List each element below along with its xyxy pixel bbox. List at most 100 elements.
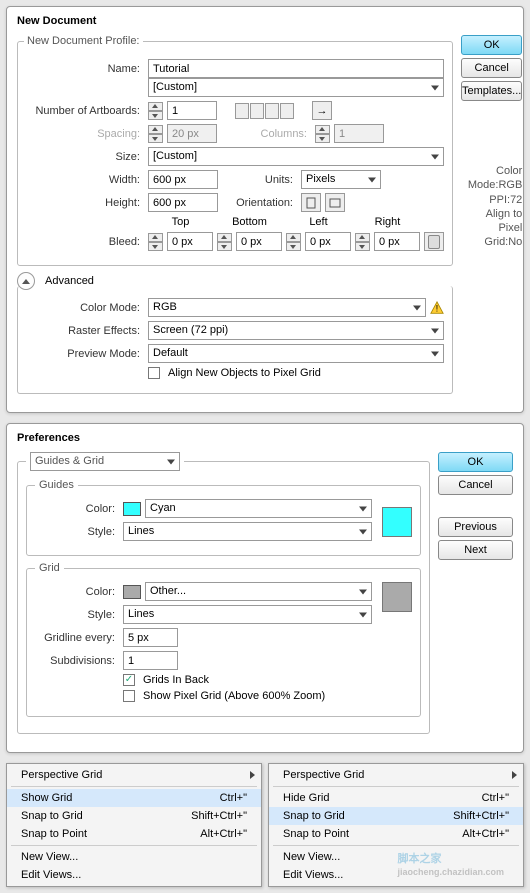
link-icon [428, 235, 440, 249]
new-document-fieldset: Name: New Document Profile: [Custom] Num… [17, 35, 453, 266]
prefs-fieldset: Guides & Grid Guides Color: Cyan Style [17, 452, 430, 734]
preferences-dialog: Preferences Guides & Grid Guides Color: … [6, 423, 524, 753]
grid-style-label: Style: [35, 609, 119, 621]
artboards-input[interactable] [167, 101, 217, 120]
height-input[interactable] [148, 193, 218, 212]
colormode-label: Color Mode: [26, 302, 144, 314]
artboard-arrow-button[interactable]: → [312, 101, 332, 120]
bleed-label: Bleed: [26, 236, 144, 248]
guides-style-label: Style: [35, 526, 119, 538]
menu-new-view[interactable]: New View... [7, 848, 261, 866]
chevron-right-icon [250, 771, 255, 779]
guides-color-swatch-small [123, 502, 141, 516]
menu-perspective-grid[interactable]: Perspective Grid [7, 766, 261, 784]
new-document-dialog: New Document Name: New Document Profile:… [6, 6, 524, 413]
columns-input [334, 124, 384, 143]
spacing-label: Spacing: [26, 128, 144, 140]
colormode-select[interactable]: RGB [148, 298, 426, 317]
preview-select[interactable]: Default [148, 344, 444, 363]
grid-fieldset: Grid Color: Other... Style: Lines [26, 562, 421, 717]
prefs-section-select[interactable]: Guides & Grid [30, 452, 180, 471]
orient-label: Orientation: [222, 197, 297, 209]
svg-text:!: ! [436, 303, 439, 314]
bleed-right-label: Right [355, 216, 420, 228]
watermark: 脚本之家 jiaocheng.chazidian.com [397, 846, 504, 877]
width-label: Width: [26, 174, 144, 186]
bleed-left-label: Left [286, 216, 351, 228]
grids-back-label: Grids In Back [143, 674, 209, 686]
profile-select[interactable]: [Custom] [148, 78, 444, 97]
align-pixel-grid-checkbox[interactable] [148, 367, 160, 379]
chevron-right-icon [512, 771, 517, 779]
prefs-cancel-button[interactable]: Cancel [438, 475, 513, 495]
orient-landscape-button[interactable] [325, 193, 345, 212]
orient-portrait-button[interactable] [301, 193, 321, 212]
grid-color-swatch[interactable] [382, 582, 412, 612]
artboards-spinner[interactable] [148, 102, 163, 120]
guides-color-label: Color: [35, 503, 119, 515]
artboard-layout-buttons[interactable] [235, 103, 294, 119]
bleed-link-button[interactable] [424, 232, 444, 251]
guides-style-select[interactable]: Lines [123, 522, 372, 541]
dialog-title: New Document [17, 15, 513, 27]
menu-snap-to-point[interactable]: Snap to PointAlt+Ctrl+" [7, 825, 261, 843]
guides-color-select[interactable]: Cyan [145, 499, 372, 518]
view-menu-1: Perspective Grid Show GridCtrl+" Snap to… [6, 763, 262, 887]
size-select[interactable]: [Custom] [148, 147, 444, 166]
guides-fieldset: Guides Color: Cyan Style: Lines [26, 479, 421, 556]
prefs-ok-button[interactable]: OK [438, 452, 513, 472]
grid-legend: Grid [35, 562, 64, 574]
prefs-title: Preferences [17, 432, 513, 444]
width-input[interactable] [148, 170, 218, 189]
warning-icon: ! [430, 301, 444, 315]
units-select[interactable]: Pixels [301, 170, 381, 189]
profile-label: New Document Profile: [27, 35, 140, 47]
spacing-spinner [148, 125, 163, 143]
preview-label: Preview Mode: [26, 348, 144, 360]
grids-back-checkbox[interactable] [123, 674, 135, 686]
menu2-snap-to-point[interactable]: Snap to PointAlt+Ctrl+" [269, 825, 523, 843]
artboards-label: Number of Artboards: [26, 105, 144, 117]
bleed-top-input[interactable] [167, 232, 213, 251]
bleed-left-input[interactable] [305, 232, 351, 251]
raster-select[interactable]: Screen (72 ppi) [148, 321, 444, 340]
units-label: Units: [222, 174, 297, 186]
subdiv-label: Subdivisions: [35, 655, 119, 667]
columns-label: Columns: [221, 128, 311, 140]
spacing-input [167, 124, 217, 143]
gridline-input[interactable] [123, 628, 178, 647]
show-pixel-grid-checkbox[interactable] [123, 690, 135, 702]
show-pixel-grid-label: Show Pixel Grid (Above 600% Zoom) [143, 690, 325, 702]
bleed-top-label: Top [148, 216, 213, 228]
advanced-toggle[interactable] [17, 272, 35, 290]
gridline-label: Gridline every: [35, 632, 119, 644]
ok-button[interactable]: OK [461, 35, 522, 55]
grid-style-select[interactable]: Lines [123, 605, 372, 624]
prefs-next-button[interactable]: Next [438, 540, 513, 560]
bleed-bottom-input[interactable] [236, 232, 282, 251]
guides-color-swatch[interactable] [382, 507, 412, 537]
bleed-right-input[interactable] [374, 232, 420, 251]
grid-color-select[interactable]: Other... [145, 582, 372, 601]
menu-show-grid[interactable]: Show GridCtrl+" [7, 789, 261, 807]
menu2-hide-grid[interactable]: Hide GridCtrl+" [269, 789, 523, 807]
advanced-label: Advanced [45, 275, 94, 287]
advanced-fieldset: Color Mode: RGB ! Raster Effects: Screen… [17, 286, 453, 394]
menu-edit-views[interactable]: Edit Views... [7, 866, 261, 884]
templates-button[interactable]: Templates... [461, 81, 522, 101]
height-label: Height: [26, 197, 144, 209]
menu2-perspective-grid[interactable]: Perspective Grid [269, 766, 523, 784]
grid-color-label: Color: [35, 586, 119, 598]
bleed-bottom-label: Bottom [217, 216, 282, 228]
info-text: Color Mode:RGB PPI:72 Align to Pixel Gri… [461, 164, 522, 250]
name-label: Name: [26, 63, 144, 75]
raster-label: Raster Effects: [26, 325, 144, 337]
menu2-snap-to-grid[interactable]: Snap to GridShift+Ctrl+" [269, 807, 523, 825]
columns-spinner [315, 125, 330, 143]
cancel-button[interactable]: Cancel [461, 58, 522, 78]
subdiv-input[interactable] [123, 651, 178, 670]
prefs-previous-button[interactable]: Previous [438, 517, 513, 537]
menu-snap-to-grid[interactable]: Snap to GridShift+Ctrl+" [7, 807, 261, 825]
name-input[interactable] [148, 59, 444, 78]
size-label: Size: [26, 151, 144, 163]
